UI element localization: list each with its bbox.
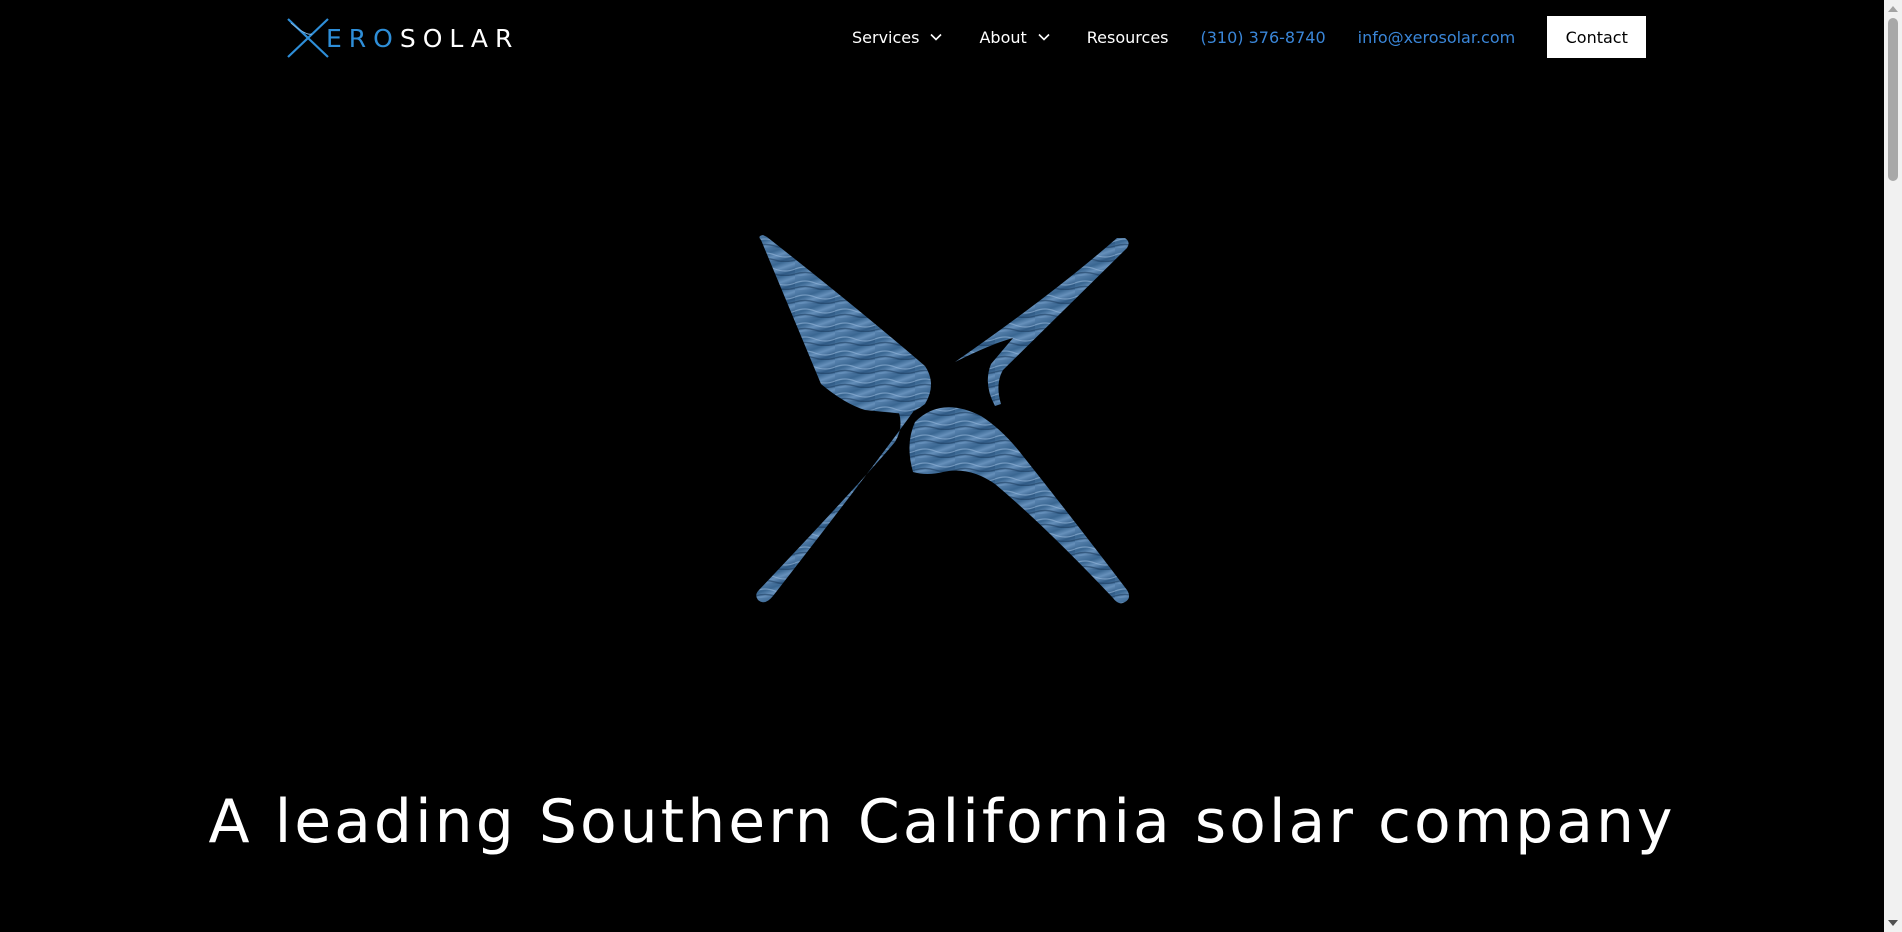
nav-resources-label: Resources [1086,27,1169,47]
nav-services-label: Services [852,27,920,47]
xerosolar-x-icon [756,235,1130,604]
chevron-down-icon [1038,33,1050,41]
scroll-up-arrow-icon[interactable] [1888,6,1898,12]
hero-headline: A leading Southern California solar comp… [208,787,1676,857]
nav-about-label: About [979,27,1027,47]
page: ERO SOLAR Services About Resources (310)… [0,0,1902,932]
main-nav: Services About Resources (310) 376-8740 … [852,16,1647,58]
logo-solar: SOLAR [399,23,520,53]
scrollbar-thumb[interactable] [1888,18,1898,181]
email-link[interactable]: info@xerosolar.com [1358,28,1516,47]
contact-button[interactable]: Contact [1547,16,1647,58]
site-logo[interactable]: ERO SOLAR [286,14,519,62]
site-header: ERO SOLAR Services About Resources (310)… [0,0,1884,75]
logo-ero: ERO [326,23,400,53]
nav-about[interactable]: About [979,28,1050,47]
nav-resources[interactable]: Resources [1087,28,1169,47]
chevron-down-icon [930,33,943,41]
xerosolar-logo-icon [287,18,329,58]
page-scrollbar[interactable] [1884,0,1902,932]
scroll-down-arrow-icon[interactable] [1888,920,1898,926]
nav-services[interactable]: Services [852,28,943,47]
phone-link[interactable]: (310) 376-8740 [1201,28,1326,47]
logo-wordmark: ERO SOLAR [326,24,519,53]
